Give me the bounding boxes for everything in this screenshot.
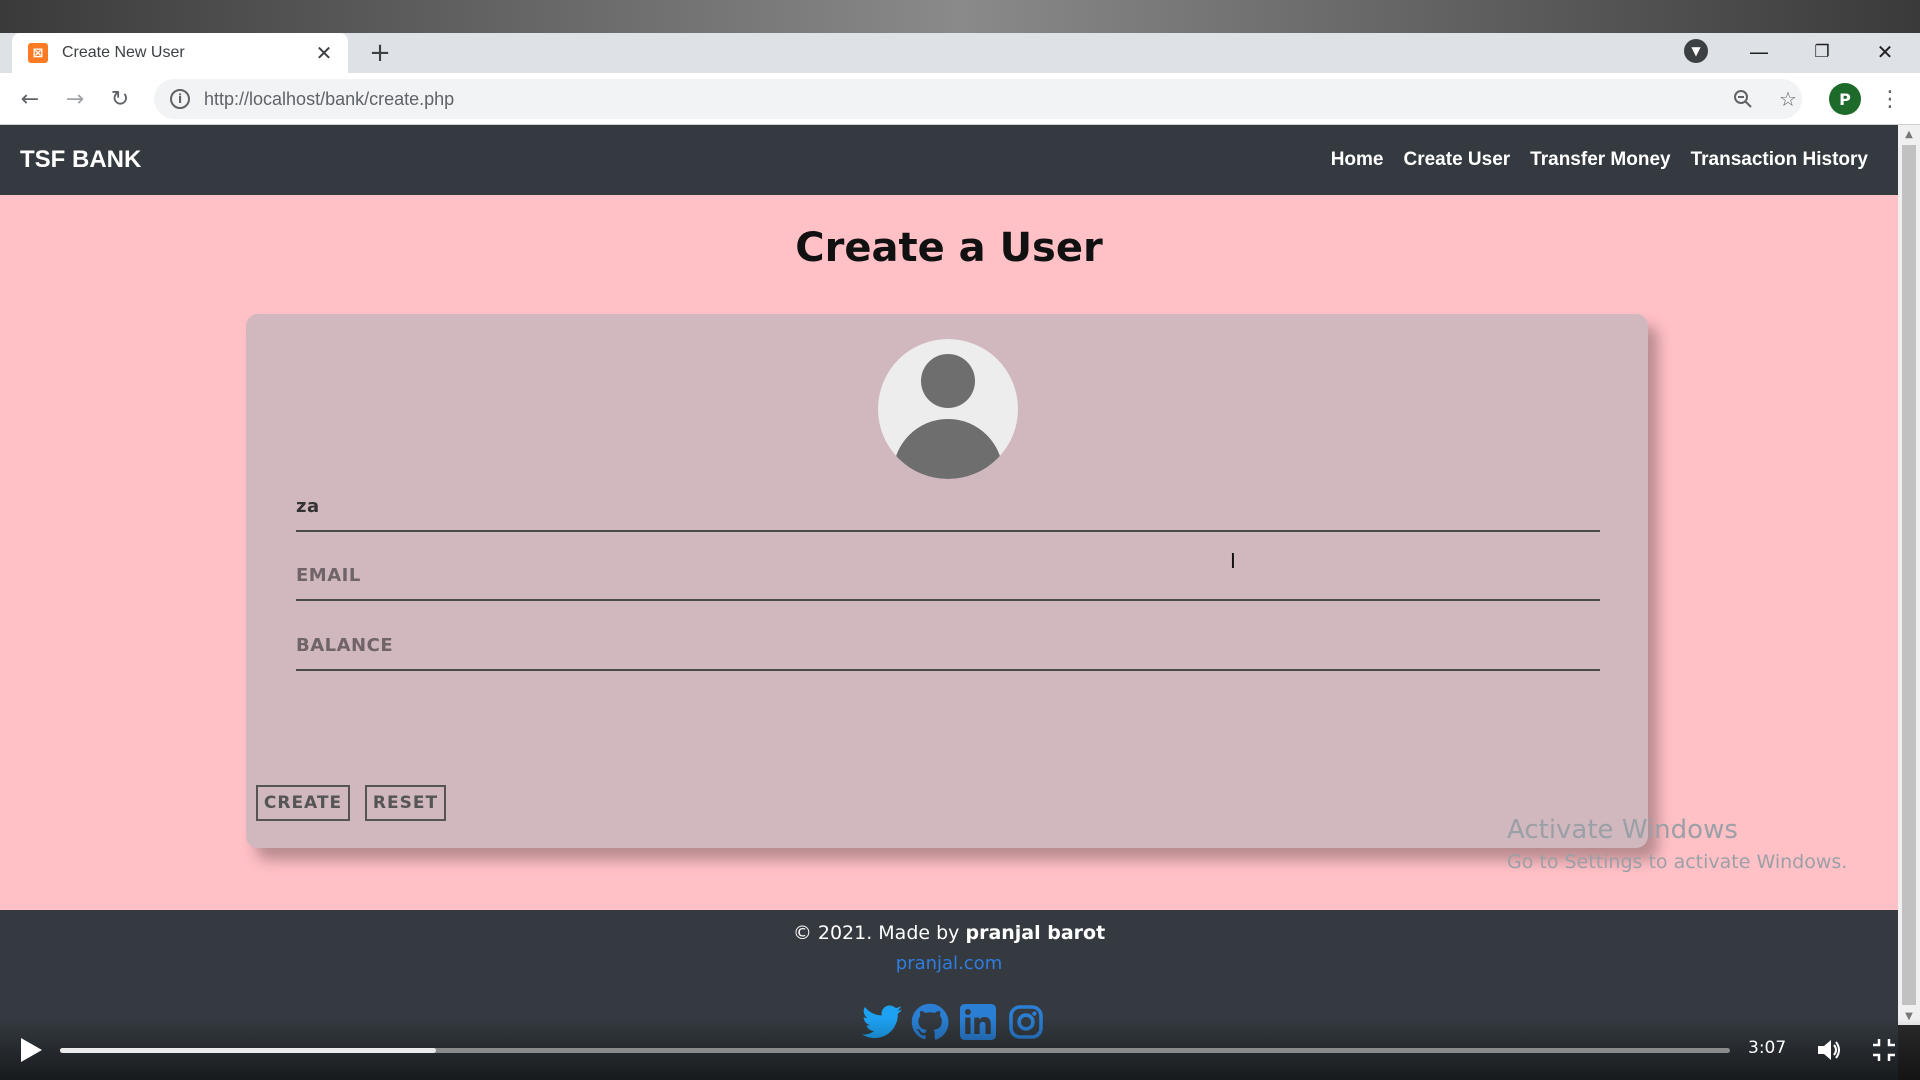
browser-menu-icon[interactable]: ⋮ [1876,83,1904,115]
new-tab-icon[interactable]: + [364,37,396,69]
copyright-text: © 2021. Made by [792,922,960,944]
browser-toolbar: ← → ↻ i http://localhost/bank/create.php… [0,73,1920,125]
minimize-icon[interactable]: — [1734,35,1784,69]
create-user-card: I CREATE RESET [246,314,1648,848]
restore-icon[interactable]: ❐ [1797,35,1847,69]
profile-avatar[interactable]: P [1829,83,1861,115]
watermark-line1: Activate Windows [1507,815,1738,845]
page-scrollbar[interactable]: ▲ ▼ [1898,125,1920,1025]
footer-copyright: © 2021. Made by pranjal barot [0,922,1898,944]
reload-icon[interactable]: ↻ [104,83,136,115]
balance-field [296,621,1600,671]
nav-link-create-user[interactable]: Create User [1404,149,1511,171]
nav-link-transaction-history[interactable]: Transaction History [1691,149,1868,171]
site-navbar: TSF BANK Home Create User Transfer Money… [0,125,1898,195]
bookmark-star-icon[interactable]: ☆ [1771,82,1805,116]
email-input[interactable] [296,551,1600,599]
video-progress-bar[interactable] [60,1048,1730,1053]
browser-tab-bar: ⊠ Create New User ✕ + ▼ — ❐ ✕ [0,33,1920,73]
watermark-line2: Go to Settings to activate Windows. [1507,851,1848,873]
play-icon[interactable] [18,1036,44,1064]
fullscreen-exit-icon[interactable] [1870,1036,1898,1064]
video-player-controls: 3:07 [0,1018,1920,1080]
windows-activation-watermark: Activate Windows Go to Settings to activ… [1507,815,1847,873]
tab-title: Create New User [62,44,185,61]
create-button[interactable]: CREATE [256,785,350,821]
reset-button[interactable]: RESET [365,785,446,821]
site-info-icon[interactable]: i [170,89,190,109]
nav-link-home[interactable]: Home [1331,149,1384,171]
balance-input[interactable] [296,621,1600,669]
back-arrow-icon[interactable]: ← [14,83,46,115]
zoom-icon[interactable] [1726,82,1760,116]
nav-links: Home Create User Transfer Money Transact… [1331,149,1878,171]
name-field [296,482,1600,532]
window-close-icon[interactable]: ✕ [1860,35,1910,69]
address-bar[interactable]: i http://localhost/bank/create.php [154,79,1802,119]
name-input[interactable] [296,482,1600,530]
nav-link-transfer-money[interactable]: Transfer Money [1530,149,1670,171]
tab-search-icon[interactable]: ▼ [1684,39,1708,63]
scroll-up-icon[interactable]: ▲ [1898,125,1920,143]
url-text: http://localhost/bank/create.php [204,88,455,109]
tab-close-icon[interactable]: ✕ [312,41,336,65]
email-field [296,551,1600,601]
forward-arrow-icon[interactable]: → [59,83,91,115]
scroll-thumb[interactable] [1902,145,1916,1005]
site-brand[interactable]: TSF BANK [20,146,141,174]
volume-icon[interactable] [1815,1036,1843,1064]
video-progress-fill [60,1048,436,1053]
video-timecode: 3:07 [1748,1038,1787,1058]
page-title: Create a User [795,225,1103,271]
page-content: TSF BANK Home Create User Transfer Money… [0,125,1898,1080]
browser-tab[interactable]: ⊠ Create New User ✕ [12,33,348,73]
user-avatar-icon [878,339,1018,479]
footer-site-link[interactable]: pranjal.com [0,953,1898,974]
author-name: pranjal barot [965,922,1106,944]
xampp-favicon-icon: ⊠ [28,43,48,63]
video-top-edge [0,0,1920,33]
